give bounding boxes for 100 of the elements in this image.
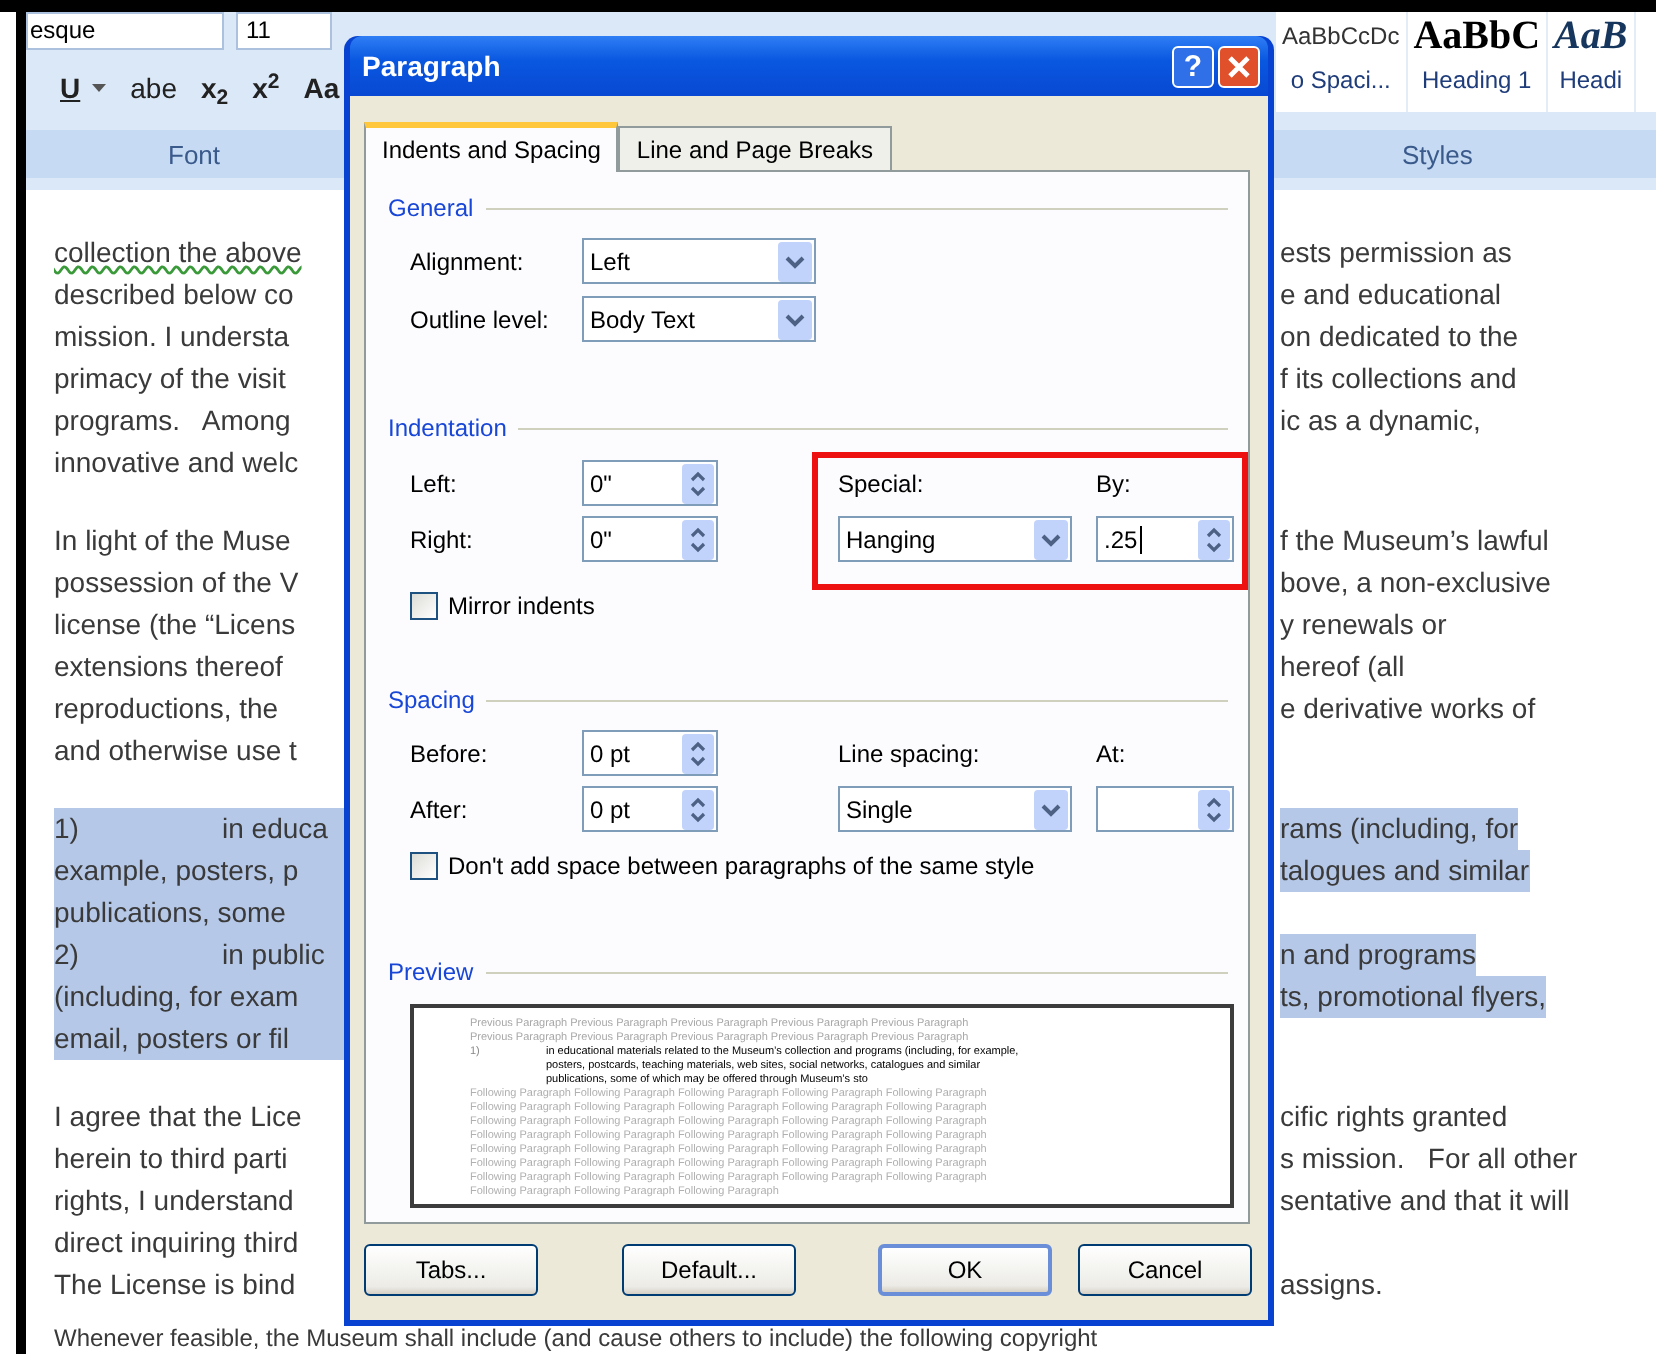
dialog-button[interactable]: Default... [622, 1244, 796, 1296]
chevron-down-icon [778, 299, 812, 339]
group-label: Font [168, 138, 221, 174]
chevron-down-icon [778, 241, 812, 281]
text-line: f its collections and [1280, 360, 1517, 398]
style-item[interactable]: AaBbC Heading 1 [1407, 12, 1549, 112]
text-line: described below co [54, 276, 294, 314]
style-item[interactable]: AaBbCcDc o Spaci... [1276, 12, 1408, 112]
chevron-down-icon [1034, 519, 1068, 559]
text-line: e and educational [1280, 276, 1502, 314]
field-label: Outline level: [410, 303, 551, 337]
font-name-field[interactable]: esque [26, 12, 224, 50]
checkbox-label: Mirror indents [448, 590, 595, 624]
text-line: email, posters or fil [54, 1020, 289, 1058]
text-line: (including, for exam [54, 978, 299, 1016]
tab[interactable]: Line and Page Breaks [618, 126, 892, 170]
style-name: Heading 1 [1422, 64, 1532, 98]
style-item[interactable]: AaB Headi [1548, 12, 1636, 112]
caret-icon [92, 83, 107, 93]
text-line: The License is bind [54, 1266, 296, 1304]
text-line: assigns. [1280, 1266, 1383, 1304]
format-button[interactable]: x$^{2}$ [246, 66, 286, 110]
field-label: Line spacing: [838, 737, 982, 771]
text-line: in public [222, 936, 325, 974]
text-line: on dedicated to the [1280, 318, 1519, 356]
dropdown-field[interactable]: Body Text [582, 296, 816, 342]
section-heading: Spacing [388, 684, 475, 718]
group-label: Styles [1402, 138, 1473, 174]
text-line: In light of the Muse [54, 522, 291, 560]
section-heading: Preview [388, 956, 474, 990]
text-line: collection the above [54, 234, 302, 272]
spin-field[interactable]: 0" [582, 516, 718, 562]
spin-arrows-icon [682, 789, 714, 829]
close-icon [1228, 55, 1250, 77]
checkbox[interactable] [410, 852, 438, 880]
format-button[interactable]: U [54, 66, 113, 110]
text-line: mission. I understa [54, 318, 289, 356]
spin-field[interactable]: 0" [582, 460, 718, 506]
text-line: hereof (all [1280, 648, 1405, 686]
font-size-field[interactable]: 11 [236, 12, 332, 50]
spin-arrows-icon [682, 463, 714, 503]
format-button[interactable]: x$_{2}$ [194, 66, 235, 110]
field-label: After: [410, 793, 470, 827]
text-line: and otherwise use t [54, 732, 297, 770]
text-line: reproductions, the [54, 690, 279, 728]
close-button[interactable] [1218, 45, 1260, 87]
text-line: primacy of the visit [54, 360, 286, 398]
field-label: Special: [838, 467, 926, 501]
text-line: herein to third parti [54, 1140, 288, 1178]
window-title: Paragraph [360, 47, 503, 86]
text-line: possession of the V [54, 564, 299, 602]
field-label: At: [1096, 737, 1128, 771]
text-line: y renewals or [1280, 606, 1447, 644]
field-label: Alignment: [410, 245, 526, 279]
spin-arrows-icon [682, 519, 714, 559]
dropdown-field[interactable]: Single [838, 786, 1072, 832]
text-line: innovative and welc [54, 444, 299, 482]
field-label: By: [1096, 467, 1133, 501]
text-line: sentative and that it will [1280, 1182, 1570, 1220]
style-sample: AaBbCcDc [1282, 20, 1400, 54]
style-sample: AaB [1554, 12, 1628, 60]
spin-field[interactable]: 0 pt [582, 730, 718, 776]
field-label: Right: [410, 523, 475, 557]
text-line: I agree that the Lice [54, 1098, 302, 1136]
text-line: license (the “Licens [54, 606, 296, 644]
spin-arrows-icon [1198, 519, 1230, 559]
list-number: 1) [54, 810, 81, 848]
spin-arrows-icon [1198, 789, 1230, 829]
tab[interactable]: Indents and Spacing [364, 122, 619, 172]
spin-field[interactable] [1096, 786, 1234, 832]
dropdown-field[interactable]: Left [582, 238, 816, 284]
format-button[interactable]: abe [124, 66, 183, 110]
text-line: programs. Among [54, 402, 291, 440]
list-number: 2) [54, 936, 81, 974]
field-label: Before: [410, 737, 490, 771]
text-line: in educa [222, 810, 328, 848]
section-heading: Indentation [388, 412, 507, 446]
text-line: e derivative works of [1280, 690, 1536, 728]
text-line: ic as a dynamic, [1280, 402, 1481, 440]
chevron-down-icon [1034, 789, 1068, 829]
dialog-button[interactable]: Tabs... [364, 1244, 538, 1296]
checkbox-label: Don't add space between paragraphs of the same style [448, 850, 1035, 884]
section-heading: General [388, 192, 474, 226]
text-line: direct inquiring third [54, 1224, 299, 1262]
text-line: s mission. For all other [1280, 1140, 1578, 1178]
help-button[interactable]: ? [1172, 45, 1214, 87]
text-line: Whenever feasible, the Museum shall include (and cause others to include) the following copyright [54, 1324, 1100, 1352]
text-line: bove, a non-exclusive [1280, 564, 1551, 602]
text-line: cific rights granted [1280, 1098, 1508, 1136]
style-name: o Spaci... [1290, 64, 1391, 98]
text-line: rights, I understand [54, 1182, 294, 1220]
dialog-button[interactable]: OK [878, 1244, 1052, 1296]
text-line: ests permission as [1280, 234, 1512, 272]
dropdown-field[interactable]: Hanging [838, 516, 1072, 562]
spin-field[interactable]: .25 [1096, 516, 1234, 562]
spin-field[interactable]: 0 pt [582, 786, 718, 832]
dialog-button[interactable]: Cancel [1078, 1244, 1252, 1296]
text-line: publications, some [54, 894, 286, 932]
spin-arrows-icon [682, 733, 714, 773]
checkbox[interactable] [410, 592, 438, 620]
